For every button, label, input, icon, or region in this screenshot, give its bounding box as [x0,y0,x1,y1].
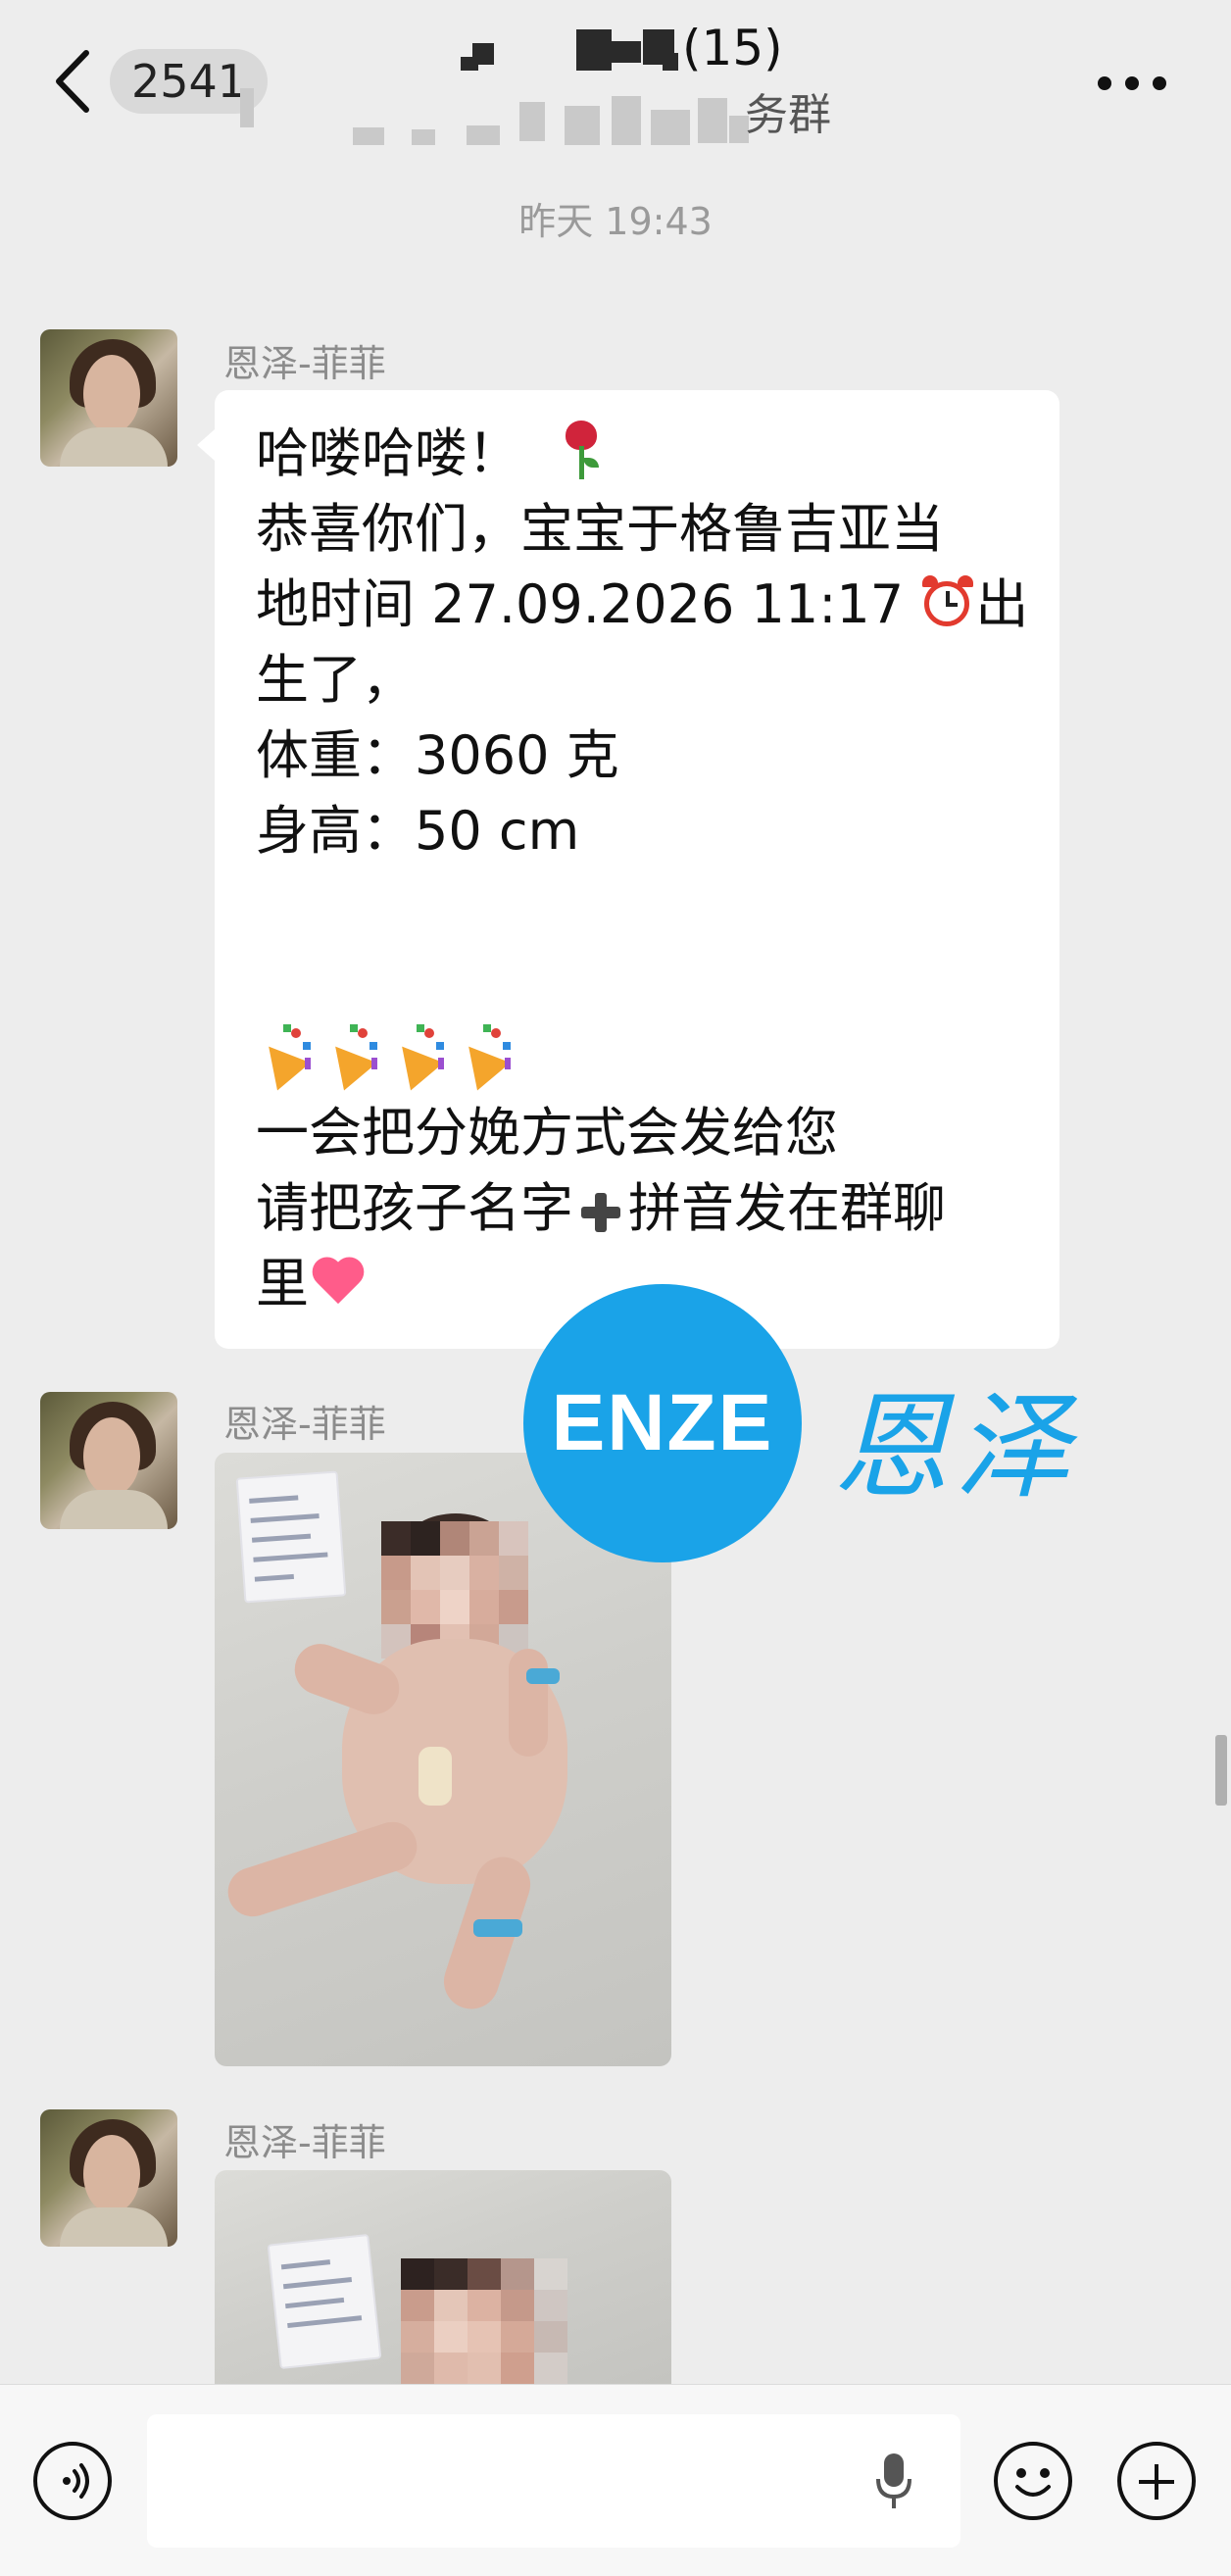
avatar[interactable] [40,2109,177,2247]
id-card [235,1470,347,1604]
id-card [267,2233,382,2370]
more-icon[interactable] [1098,69,1168,98]
party-popper-emoji [252,1024,315,1091]
add-icon[interactable] [1117,2442,1196,2520]
sender-name: 恩泽-菲菲 [223,2121,386,2164]
scrollbar-thumb[interactable] [1215,1735,1227,1806]
message-input[interactable] [147,2414,960,2548]
privacy-mosaic [381,1521,528,1659]
message-timestamp: 昨天 19:43 [518,200,713,243]
heart-emoji [309,1255,368,1310]
message-line: 地时间 27.09.2026 11:17 出 [256,573,1029,635]
watermark-logo: ENZE [523,1284,802,1562]
message-line [252,1019,1040,1095]
emoji-icon[interactable] [994,2442,1072,2520]
message-line-empty [256,944,1040,1019]
plus-emoji [579,1191,622,1234]
umbilical-clamp [419,1747,452,1806]
rose-emoji [560,421,603,479]
input-bar [0,2384,1231,2576]
member-count: (15) [682,20,783,76]
message-line-empty [256,868,1040,944]
avatar[interactable] [40,329,177,467]
message-line: 哈喽哈喽！ [256,416,1040,491]
sender-name: 恩泽-菲菲 [223,1403,386,1446]
group-subtitle: 务群 [745,90,831,140]
image-message-newborn[interactable] [215,2170,671,2384]
voice-icon[interactable] [33,2442,112,2520]
party-popper-emoji [319,1024,381,1091]
party-popper-emoji [385,1024,448,1091]
message-line: 请把孩子名字 拼音发在群聊 [256,1177,946,1239]
message-line: 恭喜你们，宝宝于格鲁吉亚当 [256,498,944,560]
chat-header: 2541 (15) 务群 [0,0,1231,167]
text-message-bubble[interactable]: 哈喽哈喽！ 恭喜你们，宝宝于格鲁吉亚当 地时间 27.09.2026 11:17… [197,390,1059,1349]
message-line: 身高：50 cm [256,800,580,862]
alarm-clock-emoji [920,575,975,630]
back-icon[interactable] [51,47,94,116]
watermark-brand: 恩泽 [833,1379,1077,1514]
message-line: 生了， [256,649,415,711]
mic-icon[interactable] [874,2452,913,2514]
message-line: 一会把分娩方式会发给您 [256,1102,838,1164]
party-popper-emoji [452,1024,515,1091]
privacy-mosaic [401,2258,567,2384]
avatar[interactable] [40,1392,177,1529]
sender-name: 恩泽-菲菲 [223,342,386,385]
message-line: 体重：3060 克 [256,724,619,786]
